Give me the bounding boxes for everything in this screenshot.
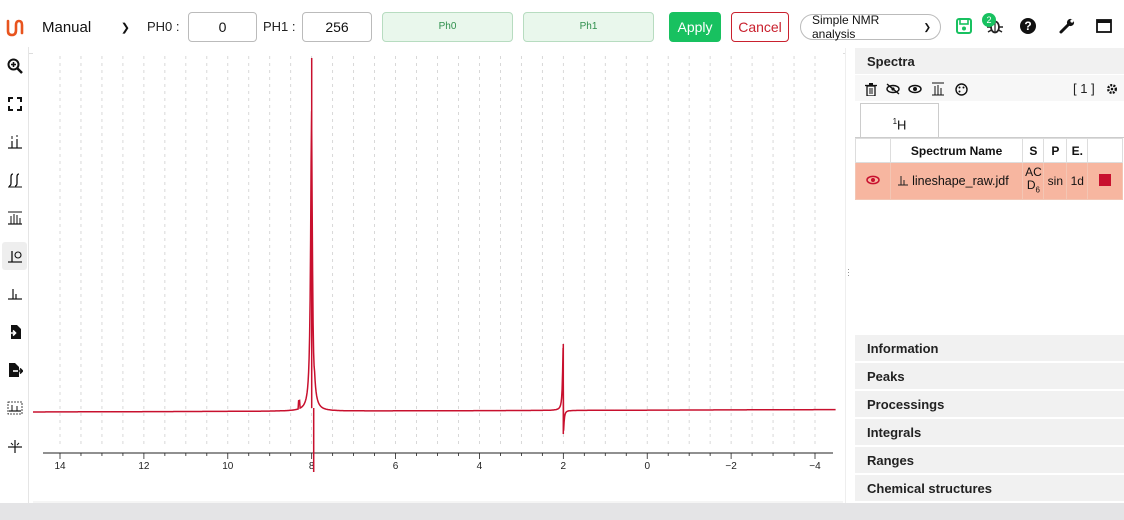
bottom-bar (0, 503, 1124, 520)
ph1-label: PH1 : (263, 19, 296, 34)
ph0-slider-button[interactable]: Ph0 (382, 12, 513, 42)
spectra-count: [ 1 ] (1073, 81, 1095, 96)
gear-icon[interactable] (1105, 82, 1119, 96)
peaks-section-header[interactable]: Peaks (855, 363, 1124, 390)
right-panel: Spectra [ 1 ] 1H Spectrum Name S P E. li… (855, 48, 1124, 503)
table-row[interactable]: lineshape_raw.jdf AC D6 sin 1d (855, 162, 1123, 200)
vertical-grid (59, 56, 816, 448)
cancel-button[interactable]: Cancel (731, 12, 789, 42)
visibility-cell[interactable] (855, 162, 891, 200)
column-header-solvent[interactable]: S (1022, 138, 1045, 163)
x-tick-label: 12 (138, 461, 150, 472)
spectrum-name: lineshape_raw.jdf (912, 174, 1009, 188)
ranges-section-header[interactable]: Ranges (855, 447, 1124, 474)
phase-correction-icon[interactable] (2, 242, 27, 270)
spectrum-viewer[interactable]: 14 12 10 8 6 4 2 0 −2 −4 (30, 48, 843, 501)
spectrum-settings-icon[interactable] (931, 82, 945, 96)
workspace-select[interactable]: Simple NMR analysis ❯ (800, 13, 941, 41)
information-section-header[interactable]: Information (855, 335, 1124, 362)
peak-picking-icon[interactable] (2, 128, 27, 156)
export-icon[interactable] (2, 356, 27, 384)
zoom-in-icon[interactable] (2, 52, 27, 80)
experiment-cell: 1d (1066, 162, 1089, 200)
spectrum-chart[interactable]: 14 12 10 8 6 4 2 0 −2 −4 (30, 48, 843, 475)
column-header-experiment[interactable]: E. (1066, 138, 1089, 163)
help-icon[interactable]: ? (1017, 15, 1039, 37)
chevron-down-icon: ❯ (923, 21, 931, 32)
apply-button[interactable]: Apply (669, 12, 721, 42)
spectra-section-header[interactable]: Spectra (855, 48, 1124, 75)
window-icon[interactable] (1093, 15, 1115, 37)
processings-section-header[interactable]: Processings (855, 391, 1124, 418)
notification-badge: 2 (982, 13, 996, 27)
x-tick-label: 0 (644, 461, 650, 472)
phase-mode-select[interactable]: Manual ❯ (36, 14, 136, 40)
spectrum-name-cell[interactable]: lineshape_raw.jdf (889, 162, 1024, 200)
exclusion-zone-icon[interactable] (2, 394, 27, 422)
baseline-correction-icon[interactable] (2, 280, 27, 308)
chemical-structures-section-header[interactable]: Chemical structures (855, 475, 1124, 502)
x-tick-label: 6 (393, 461, 399, 472)
ph0-input[interactable]: 0 (188, 12, 257, 42)
wrench-icon[interactable] (1056, 15, 1078, 37)
save-icon[interactable] (953, 15, 975, 37)
column-header-color (1087, 138, 1123, 163)
pulse-cell: sin (1043, 162, 1068, 200)
chevron-down-icon: ❯ (120, 21, 130, 34)
spectra-table: Spectrum Name S P E. lineshape_raw.jdf A… (855, 138, 1123, 200)
solvent-cell: AC D6 (1022, 162, 1045, 200)
x-axis-ticks: 14 12 10 8 6 4 2 0 −2 −4 (54, 453, 821, 472)
import-icon[interactable] (2, 318, 27, 346)
x-tick-label: 10 (222, 461, 234, 472)
x-tick-label: −4 (809, 461, 821, 472)
color-swatch[interactable] (1099, 173, 1112, 186)
color-cell[interactable] (1087, 162, 1123, 200)
column-header-pulse[interactable]: P (1043, 138, 1068, 163)
left-toolbar (0, 47, 29, 507)
nucleus-tab-label: H (897, 117, 907, 133)
integral-icon[interactable] (2, 166, 27, 194)
integrals-section-header[interactable]: Integrals (855, 419, 1124, 446)
x-tick-label: 2 (561, 461, 567, 472)
spectrum-line (30, 58, 836, 472)
apodization-icon[interactable] (2, 432, 27, 460)
spectrum-1d-icon (897, 176, 908, 186)
svg-text:?: ? (1024, 19, 1031, 33)
multiplet-analysis-icon[interactable] (2, 204, 27, 232)
x-tick-label: 14 (54, 461, 66, 472)
top-toolbar: Manual ❯ PH0 : 0 PH1 : 256 Ph0 Ph1 Apply… (0, 0, 1124, 54)
solvent-subscript: 6 (1035, 185, 1040, 195)
fullscreen-icon[interactable] (2, 90, 27, 118)
nmr-app: Manual ❯ PH0 : 0 PH1 : 256 Ph0 Ph1 Apply… (0, 0, 1124, 520)
show-all-icon[interactable] (908, 82, 922, 96)
splitter-handle-icon[interactable]: · · · (847, 265, 850, 280)
solvent-line-1: AC (1025, 164, 1042, 179)
trash-icon[interactable] (864, 82, 878, 96)
workspace-value: Simple NMR analysis (812, 13, 880, 41)
column-header-name[interactable]: Spectrum Name (889, 138, 1024, 163)
table-header-row: Spectrum Name S P E. (855, 138, 1123, 163)
phase-mode-value: Manual (42, 18, 92, 36)
hide-all-icon[interactable] (886, 82, 900, 96)
column-header-visibility (855, 138, 891, 163)
ph1-slider-button[interactable]: Ph1 (523, 12, 654, 42)
x-tick-label: 4 (477, 461, 483, 472)
ph0-label: PH0 : (147, 19, 180, 34)
ph1-input[interactable]: 256 (302, 12, 372, 42)
solvent-line-2: D (1026, 177, 1036, 192)
app-logo-icon[interactable] (6, 17, 24, 37)
spectra-toolbar: [ 1 ] (855, 75, 1124, 101)
palette-icon[interactable] (954, 82, 968, 96)
visible-eye-icon (866, 175, 880, 185)
tab-1h[interactable]: 1H (860, 103, 939, 138)
x-tick-label: −2 (725, 461, 737, 472)
